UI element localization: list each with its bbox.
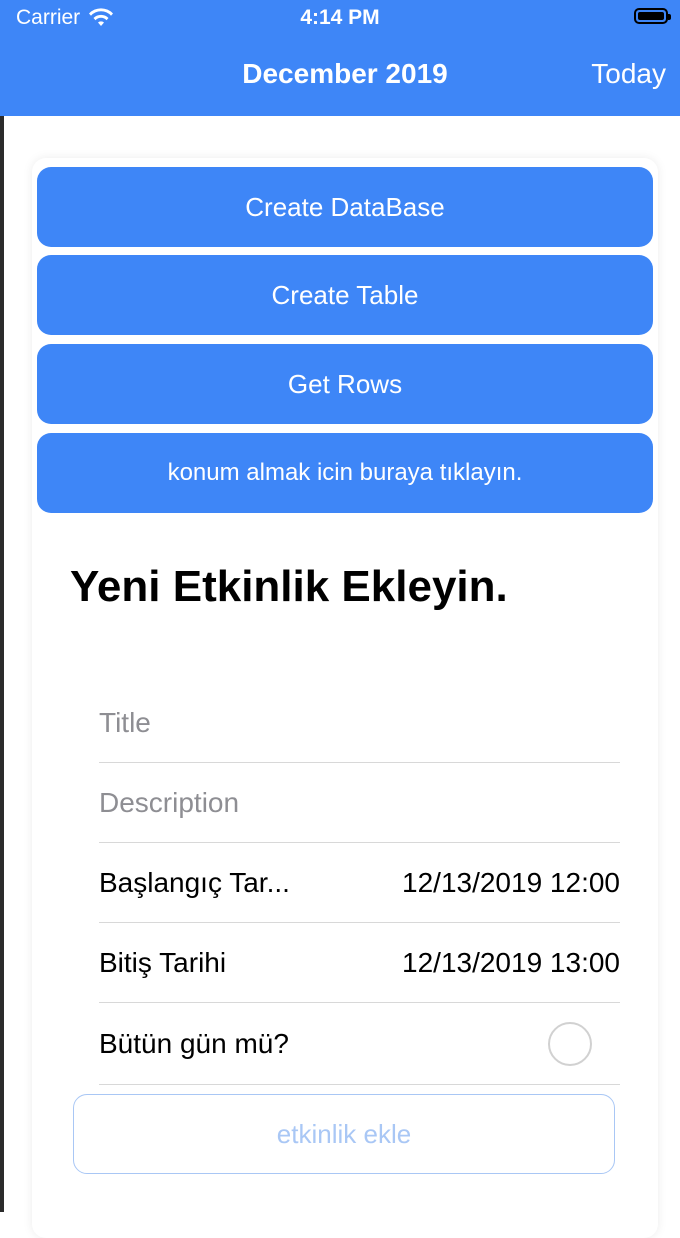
end-date-row[interactable]: Bitiş Tarihi 12/13/2019 13:00 — [99, 923, 620, 1003]
create-database-button[interactable]: Create DataBase — [37, 167, 653, 247]
start-date-row[interactable]: Başlangıç Tar... 12/13/2019 12:00 — [99, 843, 620, 923]
left-edge-divider — [0, 0, 4, 1212]
location-button[interactable]: konum almak icin buraya tıklayın. — [37, 433, 653, 513]
create-table-button[interactable]: Create Table — [37, 255, 653, 335]
top-bar: Carrier 4:14 PM December 2019 Today — [0, 0, 680, 116]
status-time: 4:14 PM — [300, 6, 380, 29]
description-row — [99, 763, 620, 843]
end-date-value[interactable]: 12/13/2019 13:00 — [349, 947, 620, 979]
start-date-label: Başlangıç Tar... — [99, 866, 290, 898]
get-rows-button[interactable]: Get Rows — [37, 344, 653, 424]
today-button[interactable]: Today — [591, 58, 666, 90]
end-date-label: Bitiş Tarihi — [99, 946, 227, 978]
title-input[interactable] — [99, 706, 620, 739]
all-day-checkbox[interactable] — [548, 1021, 592, 1066]
content-card: Create DataBase Create Table Get Rows ko… — [32, 158, 658, 1238]
title-row — [99, 683, 620, 763]
nav-title: December 2019 — [242, 58, 448, 89]
all-day-row: Bütün gün mü? — [99, 1003, 620, 1085]
all-day-label: Bütün gün mü? — [99, 1027, 289, 1059]
start-date-value[interactable]: 12/13/2019 12:00 — [349, 867, 620, 899]
form-heading: Yeni Etkinlik Ekleyin. — [70, 562, 508, 611]
description-input[interactable] — [99, 786, 620, 819]
battery-icon — [634, 8, 671, 24]
add-event-button[interactable]: etkinlik ekle — [73, 1094, 615, 1174]
